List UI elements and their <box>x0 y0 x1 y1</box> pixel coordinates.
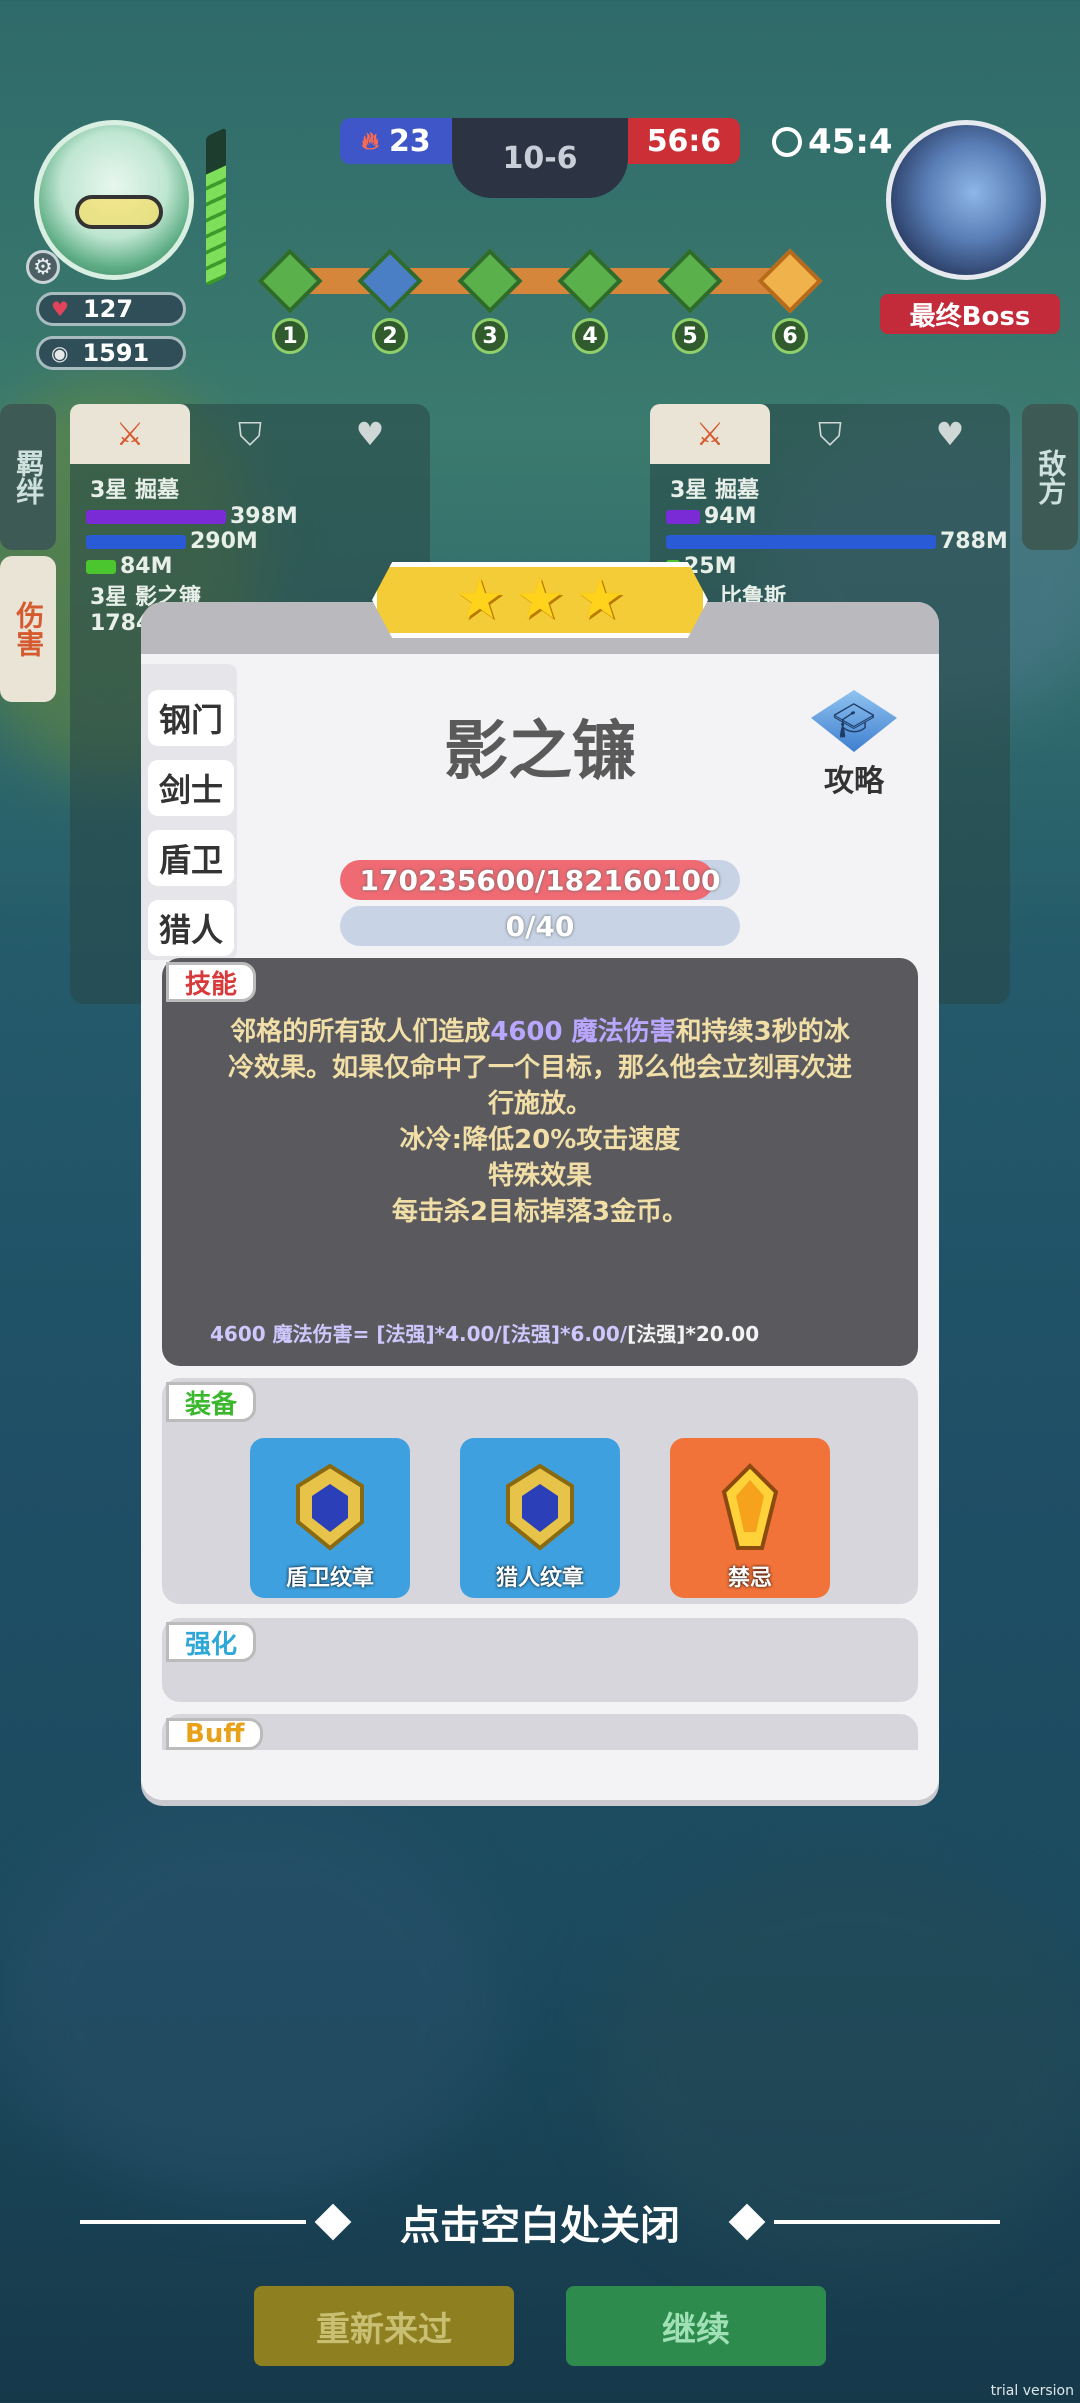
hero-name: 影之镰 <box>444 715 636 789</box>
wave-number: 4 <box>572 318 608 354</box>
hero-mana-bar: 0/40 <box>340 906 740 946</box>
emblem-icon <box>506 1463 574 1551</box>
wave-number: 2 <box>372 318 408 354</box>
player-hp-value: 127 <box>82 295 134 323</box>
skill-line: 邻格的所有敌人们造成4600 魔法伤害和持续3秒的冰 <box>230 1017 850 1047</box>
skill-line: 每击杀2目标掉落3金币。 <box>391 1197 689 1227</box>
skill-line: 行施放。 <box>487 1089 592 1119</box>
star-icon: ★ <box>575 567 626 632</box>
tab-bonds-label: 羁绊 <box>12 449 46 505</box>
wave-node <box>557 248 623 314</box>
close-hint-text: 点击空白处关闭 <box>400 2203 680 2249</box>
close-hint[interactable]: 点击空白处关闭 <box>80 2192 1000 2252</box>
hero-mana-text: 0/40 <box>505 909 575 943</box>
hero-hp-text: 170235600/182160100 <box>359 863 721 897</box>
heart-tab-icon[interactable]: ♥ <box>310 404 430 464</box>
class-tag[interactable]: 盾卫 <box>148 830 234 886</box>
skill-line: 特殊效果 <box>487 1161 592 1191</box>
boss-wave-node <box>757 248 823 314</box>
class-tag[interactable]: 钢门 <box>148 690 234 746</box>
watermark: trial version <box>990 2383 1074 2399</box>
settings-gear-icon[interactable]: ⚙ <box>26 250 60 284</box>
shield-tab-icon[interactable]: ⛉ <box>770 404 890 464</box>
equipment-item[interactable]: 盾卫纹章 <box>250 1438 410 1598</box>
clock-icon <box>772 127 802 157</box>
timer: 45:4 <box>772 122 893 162</box>
enhance-tag: 强化 <box>166 1622 257 1662</box>
wave-node <box>257 248 323 314</box>
graduation-cap-icon: 🎓︎ <box>811 690 897 752</box>
tab-enemy[interactable]: 敌方 <box>1022 404 1078 550</box>
sword-tab-icon[interactable]: ⚔ <box>650 404 770 464</box>
player-hp-pill: ♥ 127 <box>36 292 186 326</box>
round-indicator: 10-6 <box>452 118 628 198</box>
wave-node <box>457 248 523 314</box>
player-gold-pill: ◉ 1591 <box>36 336 186 370</box>
strategy-label: 攻略 <box>824 764 884 799</box>
tab-damage[interactable]: 伤害 <box>0 556 56 702</box>
boss-avatar[interactable] <box>886 120 1046 280</box>
wave-node <box>657 248 723 314</box>
energy-bar <box>206 127 226 287</box>
wave-number: 3 <box>472 318 508 354</box>
continue-button[interactable]: 继续 <box>566 2286 826 2366</box>
sword-tab-icon[interactable]: ⚔ <box>70 404 190 464</box>
dmg-row-name: 3星 掘墓 <box>670 478 759 503</box>
tab-bonds[interactable]: 羁绊 <box>0 404 56 550</box>
dmg-value: 290M <box>190 529 258 554</box>
flame-icon: 🔥︎ <box>361 127 379 155</box>
strategy-button[interactable]: 🎓︎ 攻略 <box>804 690 904 800</box>
emblem-icon <box>296 1463 364 1551</box>
player-score-value: 23 <box>388 123 431 159</box>
tab-damage-label: 伤害 <box>12 601 46 657</box>
timer-value: 45:4 <box>808 122 893 162</box>
tab-enemy-label: 敌方 <box>1034 449 1068 505</box>
dmg-value: 94M <box>704 504 757 529</box>
forbidden-crystal-icon <box>721 1463 779 1550</box>
equipment-name: 盾卫纹章 <box>285 1566 374 1591</box>
class-tag[interactable]: 猎人 <box>148 900 234 956</box>
buff-section <box>162 1714 918 1750</box>
retry-button[interactable]: 重新来过 <box>254 2286 514 2366</box>
damage-formula: 4600 魔法伤害= [法强]*4.00/[法强]*6.00/[法强]*20.0… <box>210 1318 910 1347</box>
skill-description: 邻格的所有敌人们造成4600 魔法伤害和持续3秒的冰 冷效果。如果仅命中了一个目… <box>200 1014 880 1230</box>
skill-line: 冷效果。如果仅命中了一个目标，那么他会立刻再次进 <box>227 1053 852 1083</box>
hero-hp-bar: 170235600/182160100 <box>340 860 740 900</box>
buff-tag: Buff <box>166 1718 264 1750</box>
heart-tab-icon[interactable]: ♥ <box>890 404 1010 464</box>
dmg-value: 398M <box>230 504 298 529</box>
star-icon: ★ <box>454 567 505 632</box>
shield-tab-icon[interactable]: ⛉ <box>190 404 310 464</box>
dmg-row-name: 3星 掘墓 <box>90 478 179 503</box>
equipment-name: 猎人纹章 <box>495 1566 584 1591</box>
formula-part: 4600 魔法伤害= [法强]*4.00/[法强]*6.00/ <box>210 1322 628 1346</box>
star-rank-banner: ★ ★ ★ <box>372 562 708 638</box>
formula-part: [法强]*20.00 <box>627 1322 760 1346</box>
dmg-value: 788M <box>940 529 1008 554</box>
dmg-value: 84M <box>120 554 173 579</box>
player-avatar[interactable] <box>34 120 194 280</box>
class-tag[interactable]: 剑士 <box>148 760 234 816</box>
player-score: 🔥︎ 23 <box>340 118 452 164</box>
star-icon: ★ <box>514 567 566 632</box>
equipment-item[interactable]: 猎人纹章 <box>460 1438 620 1598</box>
boss-label: 最终Boss <box>880 294 1060 334</box>
skill-tag: 技能 <box>166 962 257 1002</box>
skill-line: 冰冷:降低20%攻击速度 <box>399 1125 681 1155</box>
equipment-name: 禁忌 <box>727 1566 772 1591</box>
enhancement-section <box>162 1618 918 1702</box>
heart-icon: ♥ <box>51 297 69 321</box>
equipment-item[interactable]: 禁忌 <box>670 1438 830 1598</box>
wave-number: 6 <box>772 318 808 354</box>
wave-node <box>357 248 423 314</box>
wave-number: 5 <box>672 318 708 354</box>
wave-number: 1 <box>272 318 308 354</box>
enemy-score: 56:6 <box>628 118 740 164</box>
player-gold-value: 1591 <box>82 339 150 367</box>
coin-icon: ◉ <box>51 341 69 365</box>
equip-tag: 装备 <box>166 1382 257 1422</box>
